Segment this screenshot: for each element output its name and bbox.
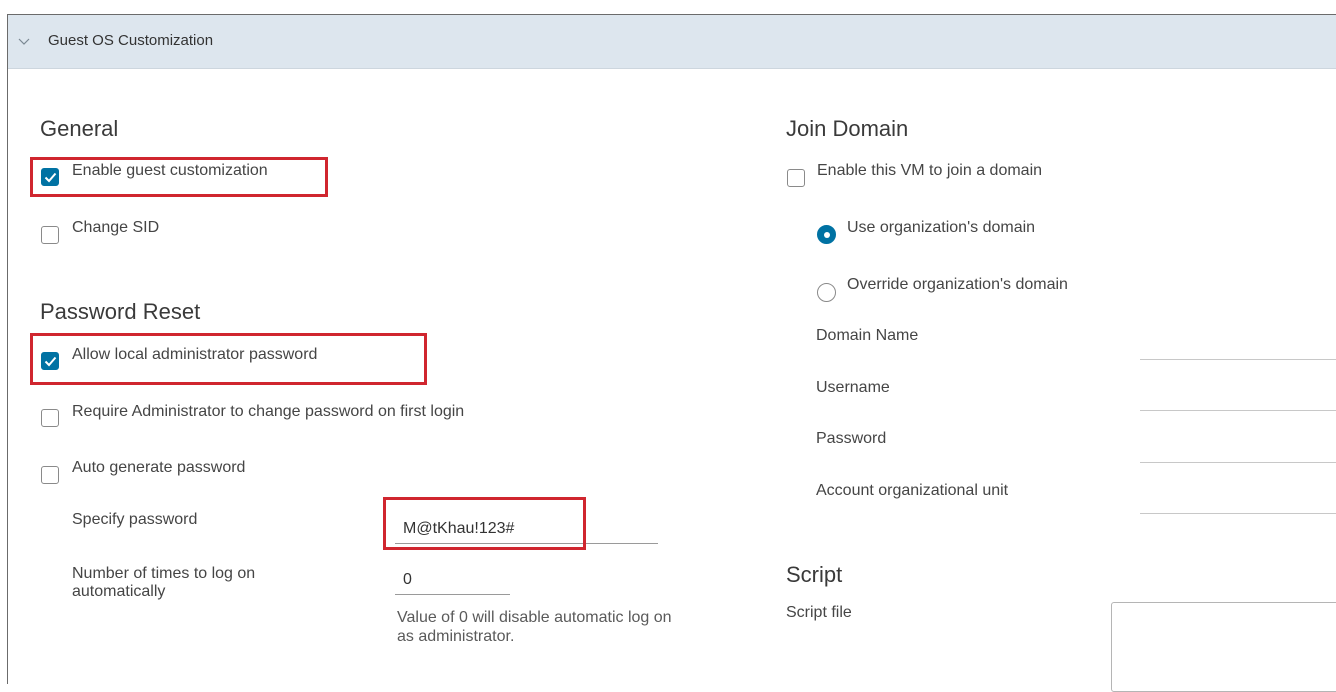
join-domain-heading: Join Domain xyxy=(786,116,909,141)
auto-generate-password-label[interactable]: Auto generate password xyxy=(72,459,245,477)
auto-generate-password-checkbox[interactable] xyxy=(41,466,59,484)
use-org-domain-label[interactable]: Use organization's domain xyxy=(847,219,1035,237)
section-title: Guest OS Customization xyxy=(48,32,214,49)
section-header-guest-os-customization[interactable]: Guest OS Customization xyxy=(8,15,1336,69)
require-admin-change-password-checkbox[interactable] xyxy=(41,409,59,427)
general-heading: General xyxy=(40,116,119,141)
highlight-box xyxy=(30,157,328,197)
domain-name-label: Domain Name xyxy=(816,327,919,344)
change-sid-label[interactable]: Change SID xyxy=(72,219,159,237)
enable-join-domain-label[interactable]: Enable this VM to join a domain xyxy=(817,162,1042,180)
auto-logon-helper-line2: as administrator. xyxy=(397,628,515,645)
override-org-domain-label[interactable]: Override organization's domain xyxy=(847,276,1068,294)
highlight-box xyxy=(383,497,586,550)
require-admin-change-password-label[interactable]: Require Administrator to change password… xyxy=(72,403,464,421)
password-label: Password xyxy=(816,430,887,447)
auto-logon-label-line2: automatically xyxy=(72,583,166,600)
domain-name-input[interactable] xyxy=(1142,334,1332,354)
password-input[interactable] xyxy=(1142,437,1332,457)
account-ou-underline xyxy=(1140,513,1336,514)
auto-logon-count-underline xyxy=(395,594,510,595)
script-heading: Script xyxy=(786,562,843,587)
auto-logon-count-label: Number of times to log on automatically xyxy=(72,565,255,601)
password-reset-heading: Password Reset xyxy=(40,299,201,324)
auto-logon-count-input[interactable] xyxy=(403,570,503,590)
specify-password-label: Specify password xyxy=(72,511,198,528)
username-underline xyxy=(1140,410,1336,411)
enable-join-domain-checkbox[interactable] xyxy=(787,169,805,187)
username-label: Username xyxy=(816,379,890,396)
domain-name-underline xyxy=(1140,359,1336,360)
auto-logon-helper-line1: Value of 0 will disable automatic log on xyxy=(397,609,672,626)
change-sid-checkbox[interactable] xyxy=(41,226,59,244)
override-org-domain-radio[interactable] xyxy=(817,283,836,302)
script-file-textarea[interactable] xyxy=(1111,602,1336,692)
username-input[interactable] xyxy=(1142,386,1332,406)
chevron-down-icon[interactable] xyxy=(18,35,30,47)
auto-logon-label-line1: Number of times to log on xyxy=(72,565,256,582)
use-org-domain-radio[interactable] xyxy=(817,225,836,244)
script-file-label: Script file xyxy=(786,604,852,621)
account-ou-label: Account organizational unit xyxy=(816,482,1009,499)
password-underline xyxy=(1140,462,1336,463)
highlight-box xyxy=(30,333,427,385)
account-ou-input[interactable] xyxy=(1142,489,1332,509)
auto-logon-helper-text: Value of 0 will disable automatic log on… xyxy=(397,608,757,646)
